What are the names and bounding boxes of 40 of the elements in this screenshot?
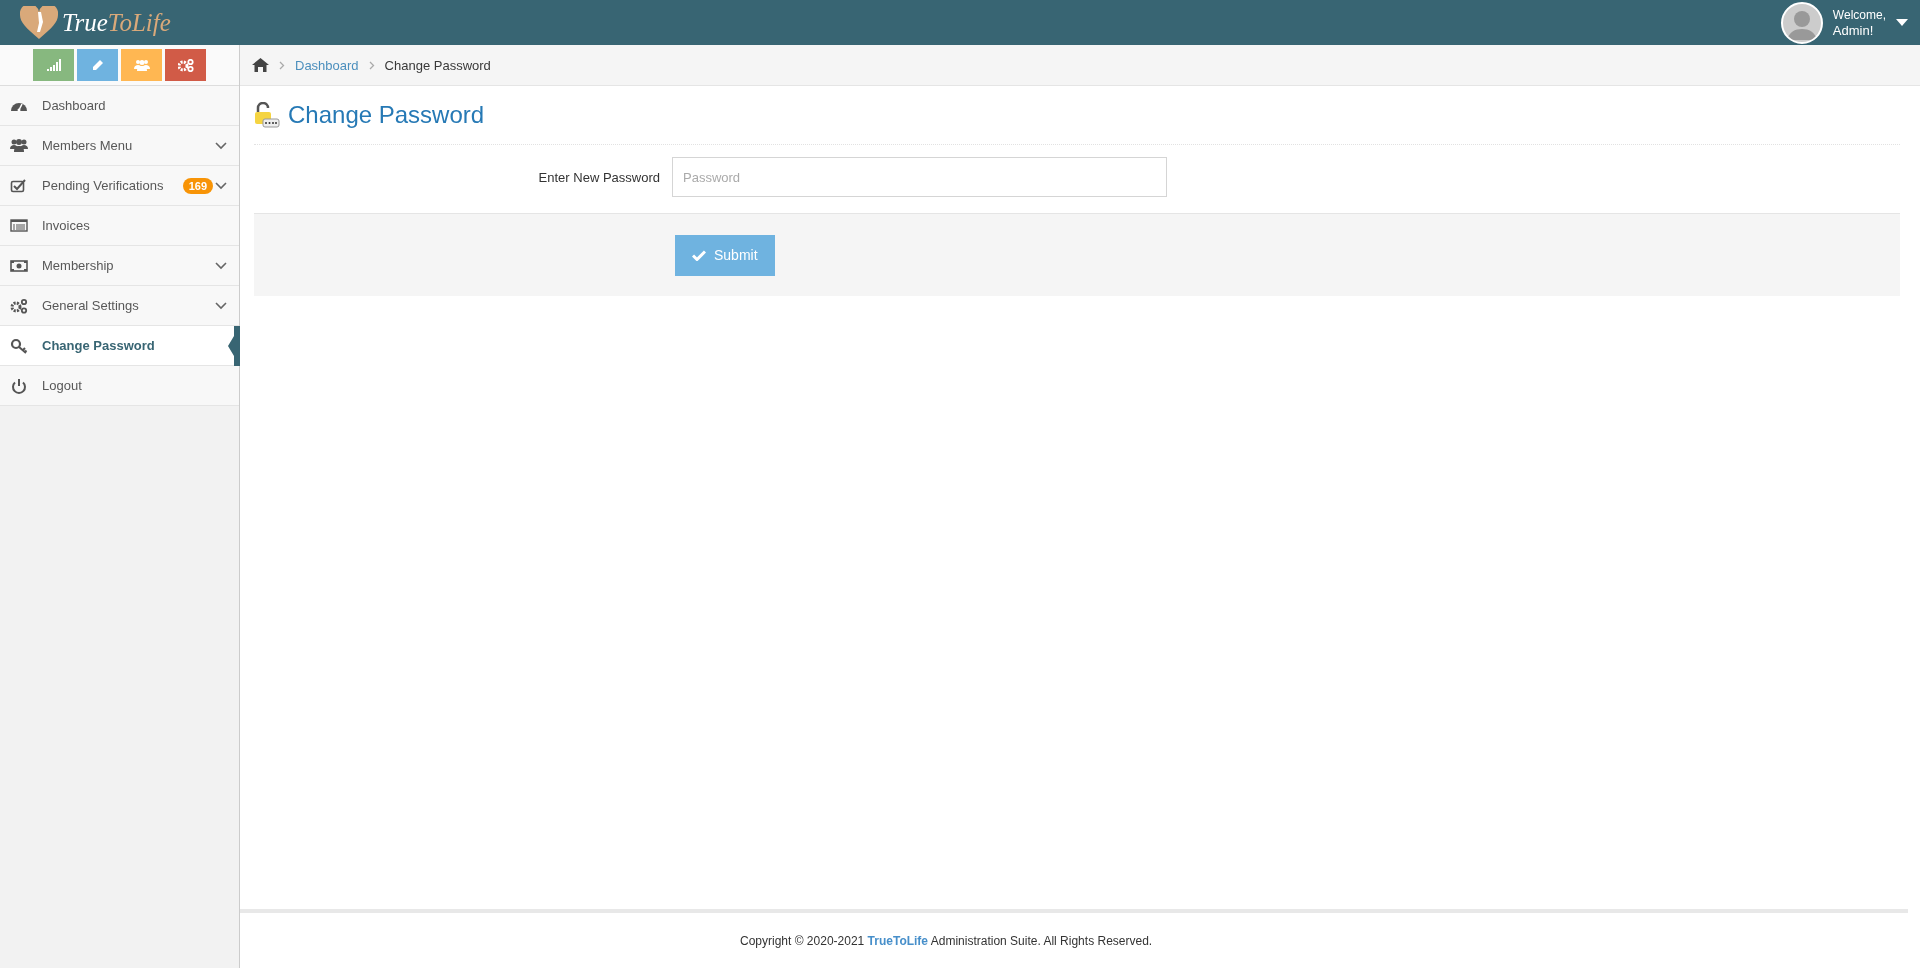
gears-icon bbox=[177, 58, 194, 72]
shortcut-button[interactable] bbox=[77, 49, 118, 81]
chevron-right-icon bbox=[279, 60, 285, 70]
count-badge: 169 bbox=[182, 177, 213, 194]
gears-icon bbox=[10, 297, 28, 314]
money-bill-icon bbox=[10, 257, 28, 274]
shortcut-button[interactable] bbox=[33, 49, 74, 81]
heart-logo-icon bbox=[20, 5, 58, 40]
sidebar-item[interactable]: Change Password bbox=[0, 326, 239, 366]
caret-icon[interactable] bbox=[1896, 19, 1908, 26]
users-icon bbox=[133, 59, 150, 71]
pencil-icon bbox=[91, 58, 104, 72]
avatar-icon[interactable] bbox=[1780, 1, 1823, 44]
users-icon bbox=[10, 137, 28, 154]
chevron-right-icon bbox=[368, 60, 375, 70]
breadcrumb-current: Change Password bbox=[384, 57, 491, 73]
welcome-text: Welcome, bbox=[1832, 7, 1886, 23]
password-field[interactable]: Password bbox=[672, 157, 1167, 197]
list-icon bbox=[10, 217, 28, 234]
padlock-icon bbox=[254, 102, 280, 128]
shortcut-button[interactable] bbox=[165, 49, 206, 81]
sidebar-item[interactable]: Members Menu bbox=[0, 126, 239, 166]
user-name: Admin! bbox=[1832, 22, 1875, 38]
logo-text: TrueToLife bbox=[62, 8, 171, 37]
home-icon[interactable] bbox=[252, 58, 269, 72]
checkmark-icon bbox=[692, 249, 706, 261]
sidebar-item[interactable]: Invoices bbox=[0, 206, 239, 246]
key-icon bbox=[10, 337, 28, 354]
page-title: Change Password bbox=[288, 101, 485, 129]
sidebar-item[interactable]: Dashboard bbox=[0, 86, 239, 126]
sidebar-item[interactable]: Logout bbox=[0, 366, 239, 406]
power-icon bbox=[10, 377, 28, 394]
sidebar-item[interactable]: General Settings bbox=[0, 286, 239, 326]
active-pointer-icon bbox=[228, 326, 240, 366]
sidebar-item[interactable]: Pending Verifications 169 bbox=[0, 166, 239, 206]
copyright-text: Copyright © 2020-2021 TrueToLife Administration Suite. All Rights Reserved. bbox=[740, 933, 1153, 948]
signal-bars-icon bbox=[46, 59, 61, 71]
field-label: Enter New Password bbox=[537, 169, 661, 185]
checkbox-icon bbox=[10, 177, 28, 194]
sidebar-item[interactable]: Membership bbox=[0, 246, 239, 286]
